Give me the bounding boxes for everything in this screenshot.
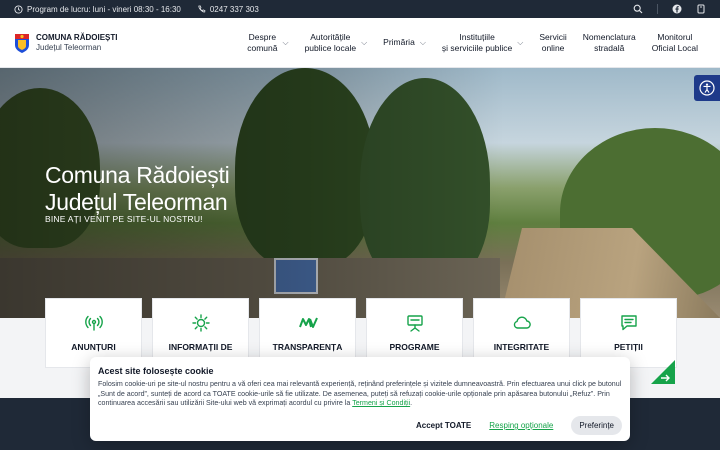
accessibility-icon bbox=[699, 80, 715, 96]
presentation-board-icon bbox=[406, 315, 423, 332]
terms-link[interactable]: Termeni și Condiții bbox=[352, 399, 410, 407]
accessibility-button[interactable] bbox=[694, 75, 720, 101]
chevron-down-icon: ⌵ bbox=[517, 37, 524, 47]
reject-optional-button[interactable]: Resping opționale bbox=[489, 421, 553, 430]
nav-item[interactable]: Autoritățile publice locale ⌵ bbox=[297, 32, 376, 54]
site-header: COMUNA RĂDOIEȘTI Județul Teleorman Despr… bbox=[0, 18, 720, 68]
top-info-bar: Program de lucru: luni - vineri 08:30 - … bbox=[0, 0, 720, 18]
phone-info[interactable]: 0247 337 303 bbox=[197, 5, 259, 14]
nav-item-label: Monitorul Oficial Local bbox=[651, 31, 698, 53]
arrow-right-icon[interactable] bbox=[651, 360, 675, 384]
preferences-button[interactable]: Preferințe bbox=[571, 416, 622, 435]
nav-item-label: Nomenclatura stradală bbox=[582, 31, 636, 53]
nav-item[interactable]: Despre comună ⌵ bbox=[239, 32, 296, 54]
cookie-title: Acest site folosește cookie bbox=[98, 366, 214, 376]
nav-item-label: Autoritățile publice locale bbox=[304, 31, 357, 53]
card-label: INTEGRITATE bbox=[493, 342, 550, 352]
nav-item[interactable]: Servicii online bbox=[531, 32, 574, 54]
phone-icon bbox=[198, 4, 206, 12]
card-label: INFORMAȚII DE bbox=[168, 342, 233, 352]
brand-subtitle: Județul Teleorman bbox=[36, 42, 102, 52]
cloud-icon bbox=[513, 316, 531, 329]
sun-icon bbox=[191, 314, 210, 332]
site-brand[interactable]: COMUNA RĂDOIEȘTI Județul Teleorman bbox=[14, 32, 117, 54]
nav-item[interactable]: Instituțiile și serviciile publice ⌵ bbox=[434, 32, 531, 54]
card-label: TRANSPARENȚA bbox=[272, 342, 343, 352]
hero-subtitle: BINE AȚI VENIT PE SITE-UL NOSTRU! bbox=[45, 214, 203, 224]
brand-title: COMUNA RĂDOIEȘTI bbox=[36, 33, 118, 43]
chevron-down-icon: ⌵ bbox=[361, 37, 368, 47]
phone-number[interactable]: 0247 337 303 bbox=[210, 5, 259, 14]
topbar-divider bbox=[657, 4, 658, 14]
message-icon bbox=[620, 315, 637, 331]
cookie-text: Folosim cookie-uri pe site-ul nostru pen… bbox=[98, 380, 622, 409]
main-navigation: Despre comună ⌵ Autoritățile publice local… bbox=[239, 18, 706, 68]
hero-title: Comuna Rădoiești Județul Teleorman bbox=[45, 162, 230, 216]
hero-title-line2: Județul Teleorman bbox=[45, 188, 228, 215]
search-icon[interactable] bbox=[633, 4, 643, 14]
cookie-consent-dialog: Acest site folosește cookie Folosim cook… bbox=[90, 357, 630, 441]
mv-logo-icon bbox=[298, 317, 318, 328]
nav-item-label: Servicii online bbox=[539, 31, 567, 53]
nav-item-label: Primăria bbox=[383, 37, 415, 48]
nav-item[interactable]: Primăria ⌵ bbox=[375, 37, 434, 48]
card-label: PETIȚII bbox=[614, 342, 643, 352]
hero-banner: Comuna Rădoiești Județul Teleorman BINE … bbox=[0, 68, 720, 318]
schedule-text: Program de lucru: luni - vineri 08:30 - … bbox=[27, 4, 181, 14]
nav-item[interactable]: Nomenclatura stradală bbox=[575, 32, 644, 54]
cookie-body-end: . bbox=[410, 399, 413, 408]
clock-icon bbox=[14, 4, 23, 14]
accept-all-button[interactable]: Accept TOATE bbox=[416, 421, 471, 430]
coat-of-arms-icon bbox=[15, 33, 29, 53]
nav-item[interactable]: Monitorul Oficial Local bbox=[644, 32, 706, 54]
broadcast-icon bbox=[84, 315, 103, 331]
card-label: PROGRAME bbox=[389, 342, 440, 352]
chevron-down-icon: ⌵ bbox=[282, 37, 289, 47]
hero-title-line1: Comuna Rădoiești bbox=[45, 162, 230, 188]
nav-item-label: Instituțiile și serviciile publice bbox=[441, 31, 513, 53]
card-label: ANUNȚURI bbox=[71, 342, 116, 352]
nav-item-label: Despre comună bbox=[247, 31, 278, 53]
chevron-down-icon: ⌵ bbox=[419, 37, 426, 47]
schedule-info: Program de lucru: luni - vineri 08:30 - … bbox=[14, 5, 181, 14]
facebook-icon[interactable] bbox=[672, 4, 682, 14]
bookmark-icon[interactable] bbox=[696, 4, 706, 14]
